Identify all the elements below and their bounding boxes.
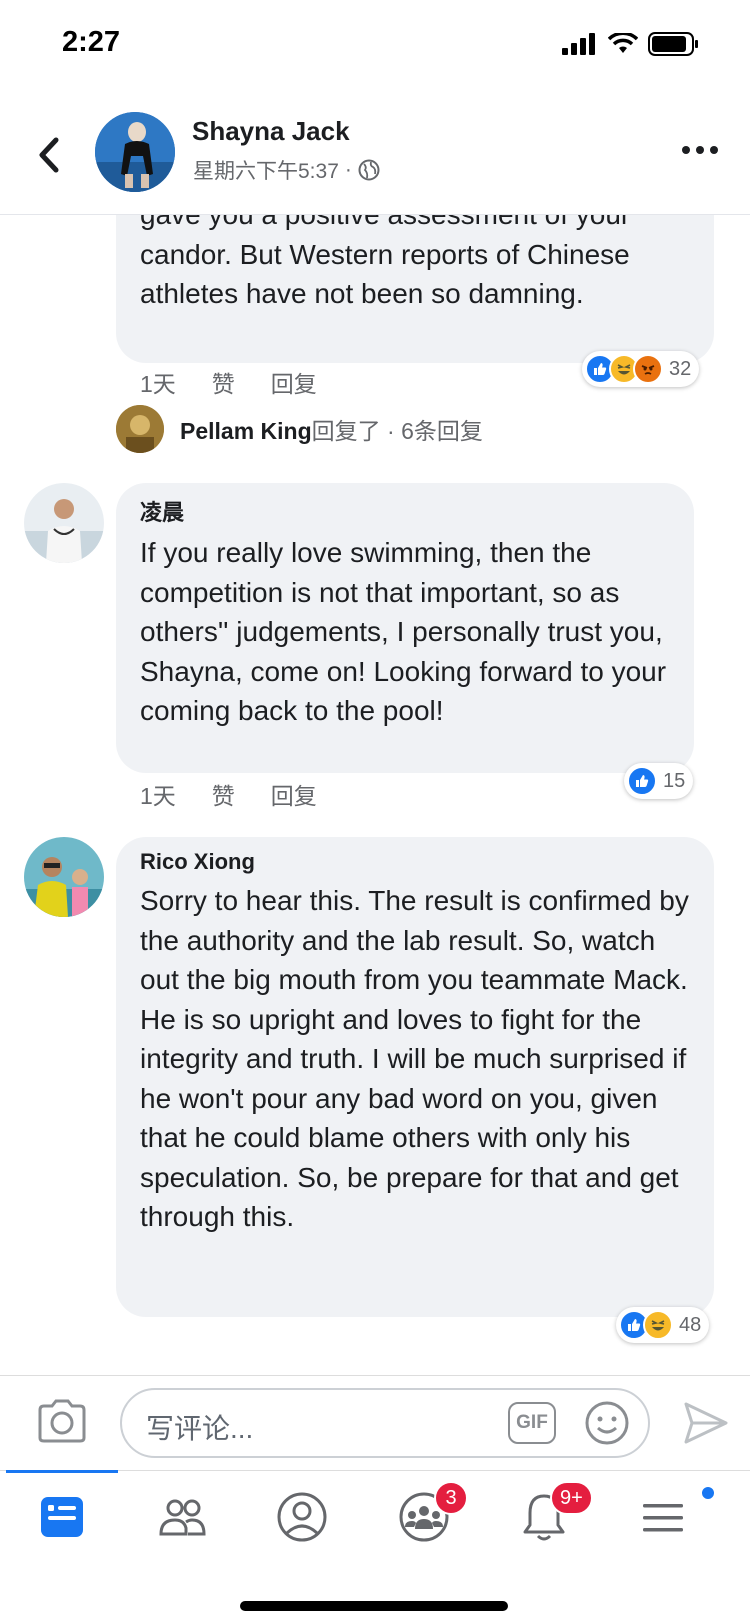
comment-time: 1天 [140, 371, 176, 397]
comment-actions: 1天 赞 回复 [140, 365, 317, 399]
reaction-count: 48 [679, 1313, 702, 1336]
meta-separator: · [344, 158, 352, 181]
like-reaction-icon [627, 766, 657, 796]
camera-button[interactable] [36, 1398, 88, 1444]
post-header: Shayna Jack 星期六下午5:37 · [0, 100, 750, 215]
signal-icon [562, 33, 595, 55]
comment-bubble[interactable]: 凌晨 If you really love swimming, then the… [116, 483, 694, 773]
commenter-avatar[interactable] [24, 483, 104, 563]
comment-text: gave you a positive assessment of your c… [140, 215, 630, 309]
tab-menu[interactable] [634, 1487, 694, 1547]
comment-bubble[interactable]: Rico Xiong Sorry to hear this. The resul… [116, 837, 714, 1317]
reactions-summary[interactable]: 48 [616, 1307, 710, 1343]
reply-button[interactable]: 回复 [271, 365, 317, 399]
reactions-summary[interactable]: 32 [582, 351, 700, 387]
menu-dot-icon [700, 1485, 716, 1501]
comment-actions: 1天 赞 回复 [140, 777, 317, 811]
friends-icon [159, 1499, 206, 1536]
comment-text: Sorry to hear this. The result is confir… [140, 885, 689, 1232]
profile-icon [277, 1492, 327, 1542]
haha-reaction-icon [643, 1310, 673, 1340]
comment-time: 1天 [140, 783, 176, 809]
post-meta: 星期六下午5:37 · [193, 155, 380, 185]
swimmer-avatar-icon [95, 112, 175, 192]
battery-icon [648, 32, 698, 56]
commenter-avatar[interactable] [24, 837, 104, 917]
globe-icon [358, 159, 380, 181]
comment-author[interactable]: 凌晨 [140, 495, 670, 527]
back-button[interactable] [30, 130, 70, 180]
emoji-button[interactable] [584, 1400, 630, 1446]
comments-feed[interactable]: gave you a positive assessment of your c… [0, 215, 750, 1375]
view-replies-row[interactable]: Pellam King回复了 · 6条回复 [116, 405, 483, 453]
tab-profile[interactable] [272, 1487, 332, 1547]
replier-avatar [116, 405, 164, 453]
tab-news-feed[interactable] [32, 1487, 92, 1547]
tab-friends[interactable] [152, 1487, 212, 1547]
reply-button[interactable]: 回复 [271, 777, 317, 811]
like-button[interactable]: 赞 [212, 365, 235, 399]
comment-placeholder: 写评论... [146, 1413, 254, 1444]
reaction-count: 32 [669, 357, 692, 380]
status-bar: 2:27 [0, 0, 750, 90]
replier-name: Pellam King [180, 418, 312, 444]
profile-avatar[interactable] [95, 112, 175, 192]
comment-author[interactable]: Rico Xiong [140, 849, 690, 875]
angry-reaction-icon [633, 354, 663, 384]
profile-name[interactable]: Shayna Jack [192, 116, 350, 147]
like-button[interactable]: 赞 [212, 777, 235, 811]
bottom-tab-bar: 3 9+ [0, 1469, 750, 1624]
groups-badge: 3 [434, 1481, 468, 1515]
reply-count-text: 回复了 · 6条回复 [311, 418, 483, 444]
wifi-icon [608, 33, 638, 53]
reaction-count: 15 [663, 769, 686, 792]
comment-input[interactable]: 写评论... GIF [120, 1388, 650, 1458]
post-timestamp[interactable]: 星期六下午5:37 [193, 155, 339, 185]
status-time: 2:27 [62, 26, 121, 58]
comment-text: If you really love swimming, then the co… [140, 537, 667, 726]
status-icons [562, 32, 700, 56]
comment-composer: 写评论... GIF [0, 1375, 750, 1470]
send-button[interactable] [682, 1400, 730, 1446]
home-indicator[interactable] [240, 1601, 508, 1611]
notifications-badge: 9+ [550, 1481, 593, 1515]
gif-button[interactable]: GIF [508, 1402, 556, 1444]
news-feed-icon [41, 1497, 83, 1537]
reactions-summary[interactable]: 15 [624, 763, 694, 799]
more-options-button[interactable] [680, 140, 720, 160]
menu-icon [643, 1504, 683, 1532]
comment-bubble[interactable]: gave you a positive assessment of your c… [116, 215, 714, 363]
